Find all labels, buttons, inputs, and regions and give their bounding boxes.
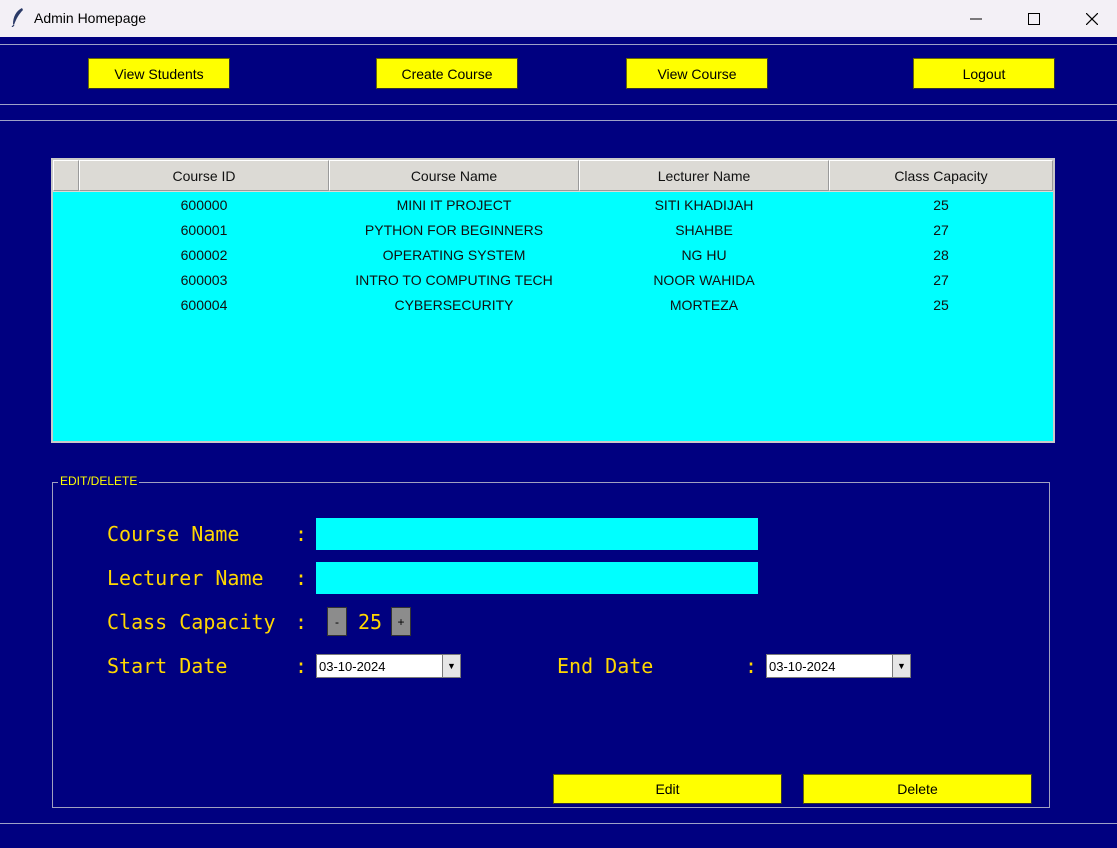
view-course-button[interactable]: View Course [626,58,768,89]
cell-lecturer-name: SITI KHADIJAH [654,196,754,213]
cell-course-name: MINI IT PROJECT [396,196,512,213]
lecturer-name-label: Lecturer Name [107,566,264,590]
cell-course-id: 600002 [180,246,228,263]
cell-course-name: PYTHON FOR BEGINNERS [364,221,544,238]
class-capacity-label: Class Capacity [107,610,276,634]
cell-course-name: CYBERSECURITY [394,296,514,313]
divider [0,104,1117,105]
capacity-value: 25 [358,610,383,634]
colon-separator: : [295,610,308,634]
colon-separator: : [295,654,308,678]
cell-lecturer-name: NG HU [681,246,727,263]
maximize-button[interactable] [1005,0,1063,37]
cell-course-id: 600001 [180,221,228,238]
cell-course-id: 600004 [180,296,228,313]
divider [0,120,1117,121]
lecturer-name-input[interactable] [316,562,758,594]
cell-class-capacity: 28 [933,246,949,263]
course-name-input[interactable] [316,518,758,550]
column-header-course-name[interactable]: Course Name [329,160,579,191]
table-row[interactable]: 600000 MINI IT PROJECT SITI KHADIJAH 25 [53,192,1053,217]
row-indicator-header [53,160,79,191]
cell-course-name: INTRO TO COMPUTING TECH [355,271,553,288]
view-students-button[interactable]: View Students [88,58,230,89]
edit-delete-frame-label: EDIT/DELETE [58,474,140,488]
colon-separator: : [295,522,308,546]
colon-separator: : [745,654,758,678]
cell-lecturer-name: NOOR WAHIDA [653,271,755,288]
create-course-button[interactable]: Create Course [376,58,518,89]
end-date-picker[interactable]: 03-10-2024 ▼ [766,654,911,678]
minimize-button[interactable] [947,0,1005,37]
divider [0,823,1117,824]
colon-separator: : [295,566,308,590]
cell-lecturer-name: MORTEZA [669,296,739,313]
cell-course-id: 600003 [180,271,228,288]
table-row[interactable]: 600004 CYBERSECURITY MORTEZA 25 [53,292,1053,317]
column-header-course-id[interactable]: Course ID [79,160,329,191]
start-date-label: Start Date [107,654,228,678]
delete-button[interactable]: Delete [803,774,1032,804]
logout-button[interactable]: Logout [913,58,1055,89]
chevron-down-icon[interactable]: ▼ [892,655,910,677]
feather-icon [11,8,23,27]
minimize-icon [970,18,982,19]
end-date-value: 03-10-2024 [769,659,836,674]
table-row[interactable]: 600003 INTRO TO COMPUTING TECH NOOR WAHI… [53,267,1053,292]
cell-class-capacity: 27 [933,221,949,238]
divider [0,44,1117,45]
start-date-value: 03-10-2024 [319,659,386,674]
close-button[interactable] [1063,0,1117,37]
capacity-decrement-button[interactable]: - [327,607,347,636]
course-name-label: Course Name [107,522,240,546]
course-table[interactable]: Course ID Course Name Lecturer Name Clas… [51,158,1055,443]
end-date-label: End Date [557,654,654,678]
maximize-icon [1028,12,1040,25]
cell-course-id: 600000 [180,196,228,213]
table-header: Course ID Course Name Lecturer Name Clas… [53,160,1053,192]
cell-course-name: OPERATING SYSTEM [382,246,526,263]
table-row[interactable]: 600002 OPERATING SYSTEM NG HU 28 [53,242,1053,267]
table-row[interactable]: 600001 PYTHON FOR BEGINNERS SHAHBE 27 [53,217,1053,242]
capacity-increment-button[interactable]: + [391,607,411,636]
close-icon [1086,12,1098,25]
column-header-lecturer-name[interactable]: Lecturer Name [579,160,829,191]
chevron-down-icon[interactable]: ▼ [442,655,460,677]
edit-button[interactable]: Edit [553,774,782,804]
cell-class-capacity: 27 [933,271,949,288]
column-header-class-capacity[interactable]: Class Capacity [829,160,1053,191]
cell-lecturer-name: SHAHBE [675,221,733,238]
cell-class-capacity: 25 [933,296,949,313]
cell-class-capacity: 25 [933,196,949,213]
start-date-picker[interactable]: 03-10-2024 ▼ [316,654,461,678]
window-title: Admin Homepage [34,10,147,26]
title-bar: Admin Homepage [0,0,1117,37]
